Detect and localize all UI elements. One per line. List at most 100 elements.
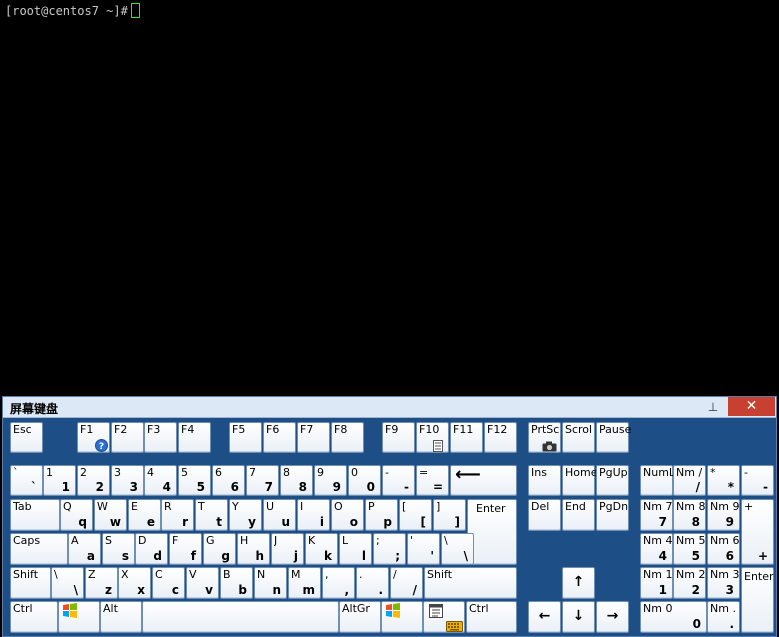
key-q[interactable]: Qq — [60, 499, 93, 531]
key-right-windows[interactable] — [381, 601, 423, 633]
terminal-window[interactable]: [root@centos7 ~]# — [0, 0, 779, 396]
key-g[interactable]: Gg — [203, 533, 236, 565]
key-m[interactable]: Mm — [288, 567, 321, 599]
key-e[interactable]: Ee — [128, 499, 161, 531]
key-numplus[interactable]: + + — [741, 499, 774, 565]
key-b[interactable]: Bb — [220, 567, 253, 599]
key-i[interactable]: Ii — [297, 499, 330, 531]
key-p[interactable]: Pp — [365, 499, 398, 531]
key-num4[interactable]: Nm 4 4 — [640, 533, 673, 565]
key-up[interactable]: ↑ — [562, 567, 595, 599]
key-esc[interactable]: Esc — [10, 422, 43, 453]
key-period[interactable]: .. — [356, 567, 389, 599]
key-quote[interactable]: ' ' — [407, 533, 440, 565]
key-f8[interactable]: F8 — [331, 422, 364, 453]
key-num7[interactable]: Nm 7 7 — [640, 499, 673, 531]
key-scrol[interactable]: Scrol — [562, 422, 595, 453]
key-tab[interactable]: Tab — [10, 499, 60, 531]
key-numl[interactable]: NumL — [640, 465, 675, 496]
key-right-ctrl[interactable]: Ctrl — [466, 601, 517, 633]
key-left-ctrl[interactable]: Ctrl — [10, 601, 58, 633]
key-home[interactable]: Home — [562, 465, 597, 496]
key-left-alt[interactable]: Alt — [100, 601, 142, 633]
key-right-shift[interactable]: Shift — [424, 567, 517, 599]
key-end[interactable]: End — [562, 499, 595, 531]
key-j[interactable]: Jj — [271, 533, 304, 565]
key-num1[interactable]: Nm 1 1 — [640, 567, 673, 599]
key-num2[interactable]: Nm 2 2 — [673, 567, 706, 599]
key-backspace[interactable]: ⟵ — [450, 465, 517, 496]
key-d3[interactable]: 33 — [111, 465, 144, 496]
key-right-bracket[interactable]: ]] — [433, 499, 466, 531]
key-num5[interactable]: Nm 5 5 — [673, 533, 706, 565]
close-button[interactable]: ✕ — [728, 397, 775, 416]
key-backslash[interactable]: \ \ — [441, 533, 474, 565]
key-right[interactable]: → — [596, 601, 629, 633]
key-d0[interactable]: 00 — [348, 465, 381, 496]
key-d5[interactable]: 55 — [178, 465, 211, 496]
key-d4[interactable]: 44 — [144, 465, 177, 496]
key-f12[interactable]: F12 — [484, 422, 517, 453]
key-o[interactable]: Oo — [331, 499, 364, 531]
key-w[interactable]: Ww — [94, 499, 127, 531]
key-d1[interactable]: 11 — [43, 465, 76, 496]
key-f2[interactable]: F2 — [111, 422, 144, 453]
key-f11[interactable]: F11 — [450, 422, 483, 453]
key-n[interactable]: Nn — [254, 567, 287, 599]
key-minus[interactable]: -- — [382, 465, 415, 496]
key-k[interactable]: Kk — [305, 533, 338, 565]
pin-icon[interactable]: ⊥ — [701, 398, 725, 416]
key-backtick[interactable]: ` ` — [10, 465, 43, 496]
key-y[interactable]: Yy — [229, 499, 262, 531]
key-x[interactable]: Xx — [118, 567, 151, 599]
key-enter[interactable]: Enter — [467, 499, 517, 565]
key-semicolon[interactable]: ;; — [373, 533, 406, 565]
key-numdot[interactable]: Nm .. — [707, 601, 740, 633]
key-z[interactable]: Zz — [85, 567, 118, 599]
key-numslash[interactable]: Nm / / — [673, 465, 706, 496]
key-comma[interactable]: ,, — [322, 567, 355, 599]
key-d[interactable]: Dd — [135, 533, 168, 565]
key-u[interactable]: Uu — [263, 499, 296, 531]
key-f[interactable]: Ff — [169, 533, 202, 565]
key-left-shift[interactable]: Shift — [10, 567, 51, 599]
key-h[interactable]: Hh — [237, 533, 270, 565]
key-del[interactable]: Del — [528, 499, 561, 531]
key-l[interactable]: Ll — [339, 533, 372, 565]
key-numenter[interactable]: Enter — [741, 567, 774, 633]
key-backslash-left[interactable]: \ \ — [51, 567, 84, 599]
key-ins[interactable]: Ins — [528, 465, 561, 496]
key-f7[interactable]: F7 — [297, 422, 330, 453]
key-left-bracket[interactable]: [[ — [399, 499, 432, 531]
key-r[interactable]: Rr — [161, 499, 194, 531]
key-numminus[interactable]: -- — [741, 465, 774, 496]
key-prtsc[interactable]: PrtSc — [528, 422, 561, 453]
key-d9[interactable]: 99 — [314, 465, 347, 496]
key-d7[interactable]: 77 — [246, 465, 279, 496]
key-f3[interactable]: F3 — [144, 422, 177, 453]
key-equals[interactable]: = = — [416, 465, 449, 496]
key-v[interactable]: Vv — [186, 567, 219, 599]
key-f5[interactable]: F5 — [229, 422, 262, 453]
key-application-menu[interactable] — [423, 601, 465, 633]
key-a[interactable]: Aa — [68, 533, 101, 565]
key-space[interactable] — [142, 601, 339, 633]
key-f1[interactable]: F1? — [77, 422, 110, 453]
key-caps[interactable]: Caps — [10, 533, 68, 565]
key-pgdn[interactable]: PgDn — [596, 499, 629, 531]
key-t[interactable]: Tt — [195, 499, 228, 531]
key-left-windows[interactable] — [58, 601, 100, 633]
key-slash[interactable]: / / — [390, 567, 423, 599]
key-num0[interactable]: Nm 0 0 — [640, 601, 707, 633]
key-num6[interactable]: Nm 6 6 — [707, 533, 740, 565]
key-f4[interactable]: F4 — [178, 422, 211, 453]
key-d6[interactable]: 66 — [212, 465, 245, 496]
key-c[interactable]: Cc — [152, 567, 185, 599]
key-pause[interactable]: Pause — [596, 422, 631, 453]
key-num8[interactable]: Nm 8 8 — [673, 499, 706, 531]
key-d8[interactable]: 88 — [280, 465, 313, 496]
key-f9[interactable]: F9 — [382, 422, 415, 453]
key-pgup[interactable]: PgUp — [596, 465, 629, 496]
key-d2[interactable]: 22 — [77, 465, 110, 496]
key-down[interactable]: ↓ — [562, 601, 595, 633]
